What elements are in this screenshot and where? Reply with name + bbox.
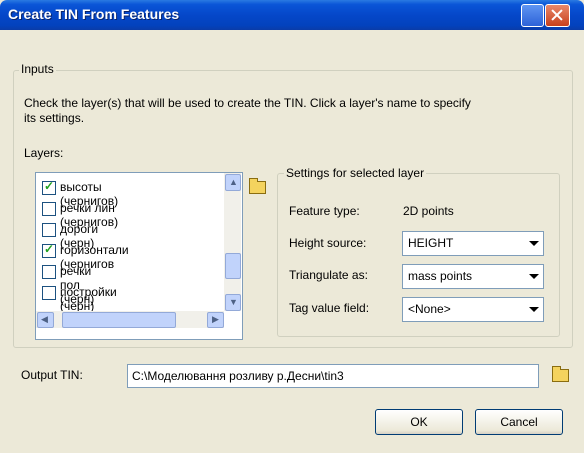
layer-checkbox[interactable] <box>42 265 56 279</box>
feature-type-label: Feature type: <box>289 204 360 218</box>
dialog-window: Create TIN From Features Inputs Check th… <box>0 0 584 453</box>
arrow-down-icon: ▼ <box>229 297 238 307</box>
dropdown-arrow-icon[interactable] <box>525 299 542 318</box>
triangulate-label: Triangulate as: <box>289 268 368 282</box>
ok-button[interactable]: OK <box>375 409 463 435</box>
height-source-select[interactable]: HEIGHT <box>402 231 544 256</box>
open-output-button[interactable] <box>549 364 571 386</box>
scroll-right-button[interactable]: ▶ <box>207 312 224 328</box>
instructions-text-cont: its settings. <box>24 111 85 125</box>
settings-legend: Settings for selected layer <box>284 166 427 180</box>
scroll-up-button[interactable]: ▲ <box>225 174 241 191</box>
layer-checkbox[interactable] <box>42 223 56 237</box>
arrow-right-icon: ▶ <box>212 314 219 324</box>
layer-checkbox[interactable] <box>42 202 56 216</box>
output-tin-value: C:\Моделювання розливу р.Десни\tin3 <box>132 369 344 383</box>
cancel-button[interactable]: Cancel <box>475 409 563 435</box>
tag-value-label: Tag value field: <box>289 301 370 315</box>
triangulate-select[interactable]: mass points <box>402 264 544 289</box>
layer-checkbox[interactable] <box>42 179 56 195</box>
folder-open-icon <box>552 366 569 382</box>
output-tin-input[interactable]: C:\Моделювання розливу р.Десни\tin3 <box>127 364 539 388</box>
layer-checkbox[interactable] <box>42 242 56 258</box>
layer-name[interactable]: постройки (черн) <box>60 285 117 313</box>
tag-value-select[interactable]: <None> <box>402 297 544 322</box>
horizontal-scroll-thumb[interactable] <box>62 312 176 328</box>
layer-checkbox[interactable] <box>42 286 56 300</box>
vertical-scrollbar[interactable]: ▲ ▼ <box>224 173 241 311</box>
output-tin-label: Output TIN: <box>21 368 83 382</box>
inputs-legend: Inputs <box>19 62 56 76</box>
open-layers-button[interactable] <box>246 176 268 198</box>
instructions-text: Check the layer(s) that will be used to … <box>24 96 471 110</box>
arrow-left-icon: ◀ <box>41 314 48 324</box>
horizontal-scrollbar[interactable]: ◀ ▶ <box>36 311 224 328</box>
triangulate-value: mass points <box>408 269 473 283</box>
feature-type-value: 2D points <box>403 204 454 218</box>
height-source-label: Height source: <box>289 236 367 250</box>
tag-value-value: <None> <box>408 302 451 316</box>
arrow-up-icon: ▲ <box>229 177 238 187</box>
dropdown-arrow-icon[interactable] <box>525 266 542 285</box>
vertical-scroll-thumb[interactable] <box>225 253 241 279</box>
height-source-value: HEIGHT <box>408 236 454 250</box>
window-title: Create TIN From Features <box>8 6 180 22</box>
close-button[interactable] <box>545 4 570 27</box>
scroll-down-button[interactable]: ▼ <box>225 294 241 311</box>
folder-open-icon <box>249 178 266 194</box>
help-button[interactable] <box>521 4 544 27</box>
layers-label: Layers: <box>24 146 64 160</box>
scroll-left-button[interactable]: ◀ <box>37 312 54 328</box>
dropdown-arrow-icon[interactable] <box>525 233 542 252</box>
layers-listbox[interactable]: высоты (чернигов) речки лин (чернигов) д… <box>35 172 243 340</box>
title-bar[interactable]: Create TIN From Features <box>0 0 584 30</box>
